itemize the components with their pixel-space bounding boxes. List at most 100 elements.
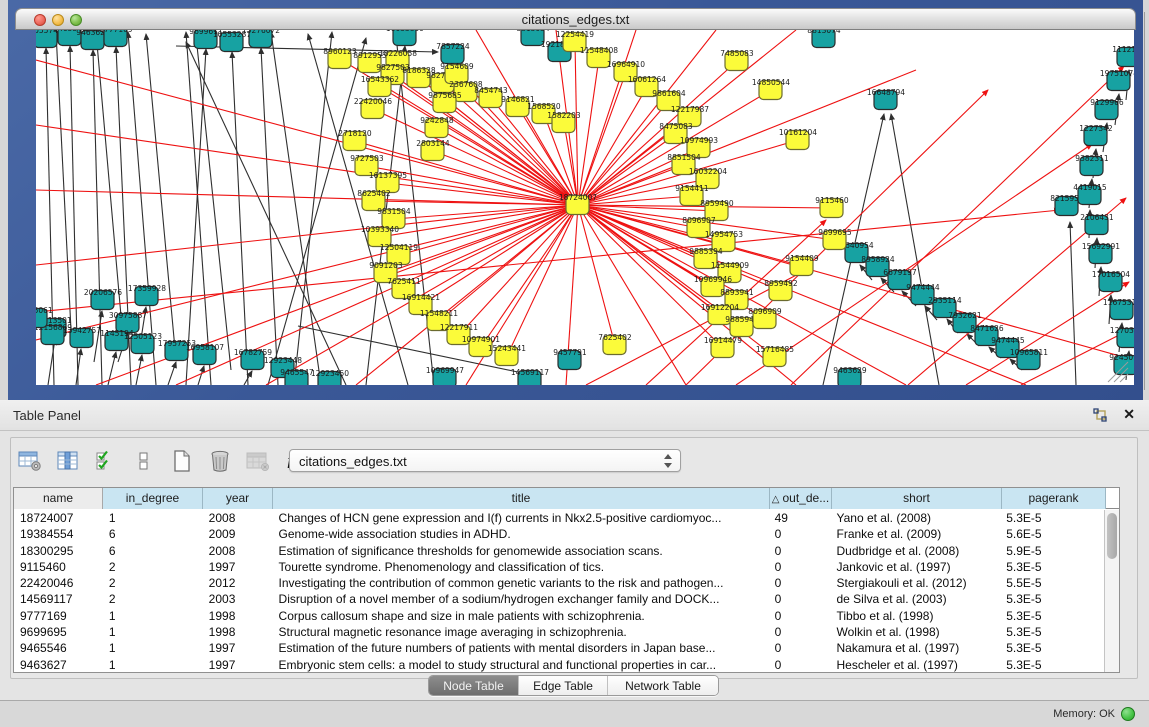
cell-pagerank[interactable]: 5.3E-5: [1000, 624, 1104, 640]
cell-short[interactable]: Hescheler et al. (1997): [831, 657, 1001, 672]
graph-node[interactable]: 15243441: [488, 344, 526, 366]
cell-out-de-[interactable]: 0: [769, 657, 831, 672]
close-panel-icon[interactable]: ✕: [1123, 406, 1135, 423]
graph-node[interactable]: 10965811: [1010, 348, 1048, 370]
cell-name[interactable]: 14569117: [14, 591, 103, 607]
cell-short[interactable]: Yano et al. (2008): [831, 510, 1001, 526]
graph-node[interactable]: 16958107: [186, 343, 224, 365]
cell-in-degree[interactable]: 2: [103, 591, 203, 607]
cell-pagerank[interactable]: 5.5E-5: [1000, 575, 1104, 591]
cell-in-degree[interactable]: 1: [103, 624, 203, 640]
graph-node[interactable]: 2803144: [416, 139, 450, 161]
graph-node[interactable]: 12923450: [311, 369, 349, 385]
graph-node[interactable]: 2106431: [1080, 213, 1114, 235]
graph-edge[interactable]: [437, 128, 578, 205]
graph-node[interactable]: 9465547: [280, 368, 314, 385]
cell-out-de-[interactable]: 0: [769, 624, 831, 640]
graph-edge[interactable]: [196, 36, 231, 370]
network-canvas[interactable]: 2055741946554694636279777169969961110553…: [36, 30, 1134, 385]
graph-node[interactable]: 9457791: [553, 348, 587, 370]
table-row[interactable]: 977716911998Corpus callosum shape and si…: [14, 608, 1104, 624]
graph-node[interactable]: 7625402: [598, 333, 632, 355]
memory-ok-icon[interactable]: [1121, 707, 1135, 721]
graph-node[interactable]: 16033809: [386, 30, 424, 46]
cell-title[interactable]: Embryonic stem cells: a model to study s…: [273, 657, 769, 672]
cell-year[interactable]: 1997: [203, 559, 273, 575]
graph-node[interactable]: 2718120: [338, 129, 372, 151]
cell-year[interactable]: 1998: [203, 624, 273, 640]
select-checks-icon[interactable]: [92, 447, 120, 475]
graph-edge[interactable]: [168, 362, 176, 385]
cell-name[interactable]: 18724007: [14, 510, 103, 526]
cell-pagerank[interactable]: 5.3E-5: [1000, 608, 1104, 624]
column-header-year[interactable]: year: [203, 488, 273, 509]
graph-edge[interactable]: [186, 32, 211, 385]
cell-pagerank[interactable]: 5.9E-5: [1000, 543, 1104, 559]
cell-short[interactable]: Franke et al. (2009): [831, 526, 1001, 542]
table-row[interactable]: 1830029562008Estimation of significance …: [14, 543, 1104, 559]
cell-name[interactable]: 9465546: [14, 640, 103, 656]
cell-out-de-[interactable]: 49: [769, 510, 831, 526]
tab-node-table[interactable]: Node Table: [429, 676, 519, 695]
graph-edge[interactable]: [1070, 222, 1076, 385]
graph-node[interactable]: 11675311: [1103, 298, 1134, 320]
scrollbar-thumb[interactable]: [1107, 513, 1117, 559]
graph-edge[interactable]: [198, 366, 204, 385]
cell-pagerank[interactable]: 5.6E-5: [1000, 526, 1104, 542]
graph-node[interactable]: 15716485: [756, 345, 794, 367]
tab-network-table[interactable]: Network Table: [608, 676, 718, 695]
table-row[interactable]: 2242004622012Investigating the contribut…: [14, 575, 1104, 591]
cell-short[interactable]: de Silva et al. (2003): [831, 591, 1001, 607]
cell-in-degree[interactable]: 6: [103, 526, 203, 542]
network-window-titlebar[interactable]: citations_edges.txt: [15, 8, 1136, 30]
graph-node[interactable]: 7857224: [436, 42, 470, 64]
graph-edge[interactable]: [36, 60, 578, 205]
graph-node[interactable]: 10969947: [426, 366, 464, 385]
cell-pagerank[interactable]: 5.3E-5: [1000, 559, 1104, 575]
cell-out-de-[interactable]: 0: [769, 591, 831, 607]
cell-short[interactable]: Wolkin et al. (1998): [831, 624, 1001, 640]
table-row[interactable]: 1456911722003Disruption of a novel membe…: [14, 591, 1104, 607]
cell-year[interactable]: 1998: [203, 608, 273, 624]
graph-node[interactable]: 14850544: [752, 78, 790, 100]
table-row[interactable]: 946554611997Estimation of the future num…: [14, 640, 1104, 656]
graph-node[interactable]: 8813074: [807, 30, 841, 48]
graph-node[interactable]: 9777169: [99, 30, 133, 47]
column-header-title[interactable]: title: [273, 488, 770, 509]
graph-node[interactable]: 1227342: [1079, 124, 1113, 146]
cell-pagerank[interactable]: 5.3E-5: [1000, 657, 1104, 672]
cell-year[interactable]: 1997: [203, 657, 273, 672]
graph-edge[interactable]: [261, 48, 278, 385]
table-row[interactable]: 1872400712008Changes of HCN gene express…: [14, 510, 1104, 526]
cell-title[interactable]: Disruption of a novel member of a sodium…: [273, 591, 769, 607]
graph-node[interactable]: 9245012: [1109, 353, 1134, 375]
network-table-dropdown[interactable]: citations_edges.txt: [289, 449, 681, 472]
graph-node[interactable]: 1582203: [547, 111, 581, 133]
column-header-name[interactable]: name: [14, 488, 103, 509]
cell-title[interactable]: Tourette syndrome. Phenomenology and cla…: [273, 559, 769, 575]
cell-short[interactable]: Dudbridge et al. (2008): [831, 543, 1001, 559]
graph-node[interactable]: 9382311: [1075, 154, 1109, 176]
cell-name[interactable]: 22420046: [14, 575, 103, 591]
cell-title[interactable]: Investigating the contribution of common…: [273, 575, 769, 591]
cell-in-degree[interactable]: 1: [103, 640, 203, 656]
float-panel-icon[interactable]: [1093, 408, 1109, 423]
cell-pagerank[interactable]: 5.3E-5: [1000, 510, 1104, 526]
cell-title[interactable]: Corpus callosum shape and size in male p…: [273, 608, 769, 624]
cell-name[interactable]: 9699695: [14, 624, 103, 640]
graph-node[interactable]: 17016504: [1092, 270, 1130, 292]
graph-edge[interactable]: [56, 32, 71, 330]
cell-year[interactable]: 2008: [203, 510, 273, 526]
table-columns-icon[interactable]: [54, 447, 82, 475]
column-header-in-degree[interactable]: in_degree: [103, 488, 203, 509]
cell-title[interactable]: Genome-wide association studies in ADHD.: [273, 526, 769, 542]
cell-title[interactable]: Estimation of significance thresholds fo…: [273, 543, 769, 559]
cell-out-de-[interactable]: 0: [769, 608, 831, 624]
graph-node[interactable]: 12703541: [1110, 326, 1134, 348]
cell-pagerank[interactable]: 5.3E-5: [1000, 591, 1104, 607]
cell-in-degree[interactable]: 1: [103, 657, 203, 672]
cell-title[interactable]: Structural magnetic resonance image aver…: [273, 624, 769, 640]
graph-node[interactable]: 8960123: [323, 47, 357, 69]
graph-node[interactable]: 15692991: [1082, 242, 1120, 264]
new-file-icon[interactable]: [168, 447, 196, 475]
